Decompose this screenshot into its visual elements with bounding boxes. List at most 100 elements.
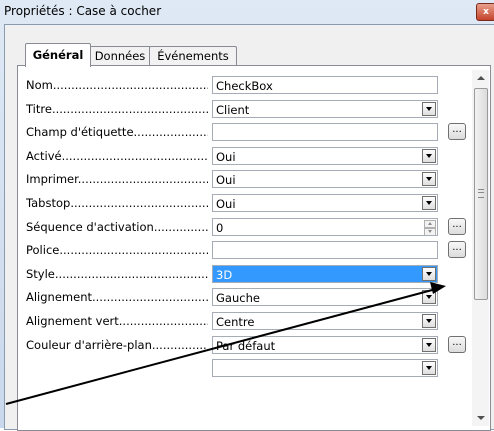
property-dropdown[interactable]: 3D [212, 264, 438, 283]
property-input[interactable] [212, 241, 438, 260]
dropdown-arrow-icon[interactable] [422, 172, 436, 187]
properties-dialog: Propriétés : Case à cocher x Général Don… [0, 0, 494, 431]
property-label: Police..................................… [26, 243, 208, 257]
property-label: Tabstop.................................… [26, 196, 208, 210]
dropdown-arrow-icon[interactable] [422, 101, 436, 116]
property-row: Alignement vert.........................… [18, 310, 458, 333]
property-label: Alignement..............................… [26, 290, 208, 304]
browse-button[interactable]: ... [448, 241, 466, 259]
property-label: Imprimer................................… [26, 172, 208, 186]
dot-leader: ........................................… [54, 266, 208, 281]
property-label: Alignement vert.........................… [26, 314, 208, 328]
property-label-text: Alignement [26, 290, 92, 305]
property-row: Style...................................… [18, 263, 458, 286]
scroll-down-icon[interactable] [472, 410, 489, 426]
spin-down-icon[interactable] [424, 227, 436, 235]
property-label: Séquence d'activation...................… [26, 220, 208, 234]
property-row [18, 357, 458, 380]
property-dropdown[interactable]: Oui [212, 146, 438, 165]
property-dropdown[interactable]: Gauche [212, 288, 438, 307]
property-row: Imprimer................................… [18, 168, 458, 191]
property-dropdown[interactable]: Oui [212, 194, 438, 212]
dot-leader: ........................................… [52, 78, 208, 92]
tab-general[interactable]: Général [25, 43, 91, 67]
tab-events[interactable]: Événements [149, 46, 237, 66]
property-value: 3D [216, 267, 233, 282]
dot-leader: ........................................… [77, 172, 208, 187]
property-label-text: Champ d'étiquette [26, 125, 134, 140]
property-label-text: Titre [26, 101, 52, 116]
dot-leader: ........................................… [133, 125, 208, 140]
property-dropdown[interactable]: Oui [212, 170, 438, 189]
dot-leader: ........................................… [92, 290, 208, 305]
property-row: Titre...................................… [18, 98, 458, 121]
dropdown-arrow-icon[interactable] [422, 361, 436, 376]
property-label: Style...................................… [26, 267, 208, 281]
spinner-buttons[interactable] [424, 219, 436, 235]
property-label-text: Alignement vert [26, 314, 119, 328]
window-title: Propriétés : Case à cocher [4, 4, 162, 18]
property-value: Oui [216, 173, 236, 188]
property-dropdown[interactable]: Par défaut [212, 335, 438, 354]
dropdown-arrow-icon[interactable] [422, 337, 436, 352]
property-dropdown[interactable]: Client [212, 99, 438, 118]
property-row: Tabstop.................................… [18, 192, 458, 215]
property-dropdown[interactable]: Centre [212, 312, 438, 330]
dot-leader: ........................................… [59, 243, 208, 258]
property-label-text: Séquence d'activation [26, 219, 154, 234]
dot-leader: ........................................… [118, 314, 208, 328]
dot-leader: ........................................… [51, 101, 208, 116]
property-row: Police..................................… [18, 239, 466, 262]
dot-leader: ........................................… [153, 219, 208, 234]
dropdown-arrow-icon[interactable] [422, 148, 436, 163]
property-dropdown[interactable] [212, 359, 438, 378]
property-input[interactable]: CheckBox [212, 76, 438, 94]
property-label-text: Imprimer [26, 172, 78, 187]
property-label: Titre...................................… [26, 102, 208, 116]
scroll-up-icon[interactable] [472, 70, 489, 86]
grip-icon [478, 189, 484, 198]
property-label: Nom.....................................… [26, 78, 208, 92]
property-row: Couleur d'arrière-plan..................… [18, 334, 466, 357]
property-label-text: Couleur d'arrière-plan [26, 337, 152, 352]
property-label-text: Style [26, 266, 55, 281]
vertical-scrollbar[interactable] [472, 70, 489, 426]
property-row: Nom.....................................… [18, 74, 458, 97]
property-spinner[interactable]: 0 [212, 217, 438, 236]
property-label-text: Police [26, 243, 60, 258]
dot-leader: ........................................… [70, 196, 208, 210]
dot-leader: ........................................… [151, 337, 208, 352]
property-value: Oui [216, 197, 236, 211]
property-value: CheckBox [216, 79, 273, 93]
dropdown-arrow-icon[interactable] [422, 290, 436, 305]
property-row: Alignement..............................… [18, 286, 458, 309]
property-value: Oui [216, 149, 236, 164]
dropdown-arrow-icon[interactable] [422, 314, 436, 328]
browse-button[interactable]: ... [448, 123, 466, 141]
property-row: Activé..................................… [18, 145, 458, 168]
property-label: Activé..................................… [26, 149, 208, 163]
property-row: Séquence d'activation...................… [18, 216, 466, 239]
spin-up-icon[interactable] [424, 219, 436, 228]
dialog-panel: Général Données Événements Nom..........… [4, 24, 494, 431]
property-label-text: Activé [26, 148, 62, 163]
dropdown-arrow-icon[interactable] [422, 196, 436, 210]
property-label: Champ d'étiquette.......................… [26, 125, 208, 139]
property-label-text: Nom [26, 78, 53, 92]
property-row: Champ d'étiquette.......................… [18, 121, 466, 144]
property-label: Couleur d'arrière-plan..................… [26, 338, 208, 352]
tab-data[interactable]: Données [89, 46, 151, 66]
close-button[interactable]: x [476, 3, 494, 21]
title-bar: Propriétés : Case à cocher x [0, 0, 494, 22]
dot-leader: ........................................… [61, 148, 208, 163]
property-value: Client [216, 102, 250, 117]
property-input[interactable] [212, 123, 438, 142]
properties-list: Nom.....................................… [17, 65, 491, 431]
browse-button[interactable]: ... [448, 335, 466, 353]
browse-button[interactable]: ... [448, 217, 466, 235]
property-value: Gauche [216, 291, 260, 306]
property-label-text: Tabstop [26, 196, 71, 210]
dropdown-arrow-icon[interactable] [422, 266, 436, 281]
property-value: Par défaut [216, 338, 276, 353]
scroll-thumb[interactable] [474, 88, 488, 300]
